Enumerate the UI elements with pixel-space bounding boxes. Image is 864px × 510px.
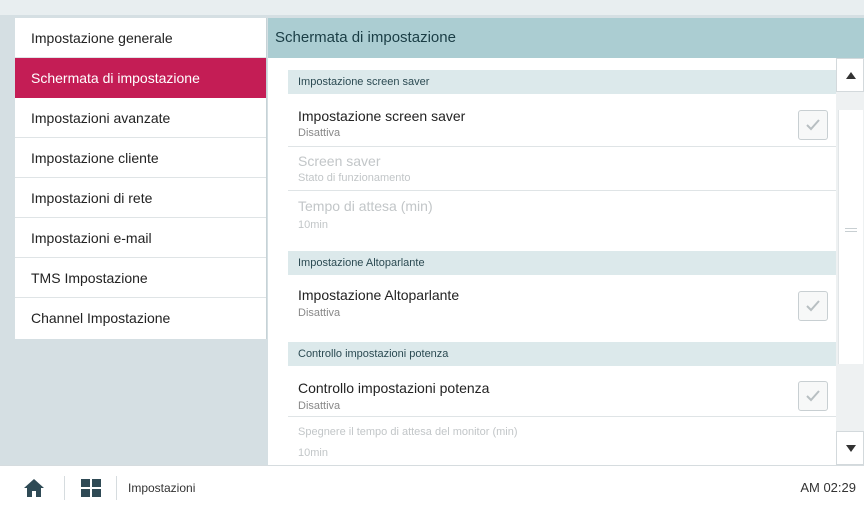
section-header-power: Controllo impostazioni potenza: [288, 342, 836, 366]
row-title: Spegnere il tempo di attesa del monitor …: [298, 426, 518, 438]
power-control-checkbox[interactable]: [798, 381, 828, 411]
top-strip: [0, 0, 864, 15]
row-subtitle: 10min: [298, 447, 328, 459]
row-screen-saver-setting[interactable]: Impostazione screen saver Disattiva: [288, 102, 836, 147]
sidebar-item-impostazione-cliente[interactable]: Impostazione cliente: [15, 138, 266, 178]
row-speaker-setting[interactable]: Impostazione Altoparlante Disattiva: [288, 275, 836, 331]
arrow-down-icon: [846, 445, 856, 452]
row-power-control[interactable]: Controllo impostazioni potenza Disattiva: [288, 366, 836, 417]
scroll-thumb[interactable]: [838, 110, 863, 364]
menu-button[interactable]: [76, 476, 106, 500]
section-header-screen-saver: Impostazione screen saver: [288, 70, 836, 94]
home-icon: [24, 479, 44, 497]
home-button[interactable]: [14, 476, 58, 500]
row-subtitle: Disattiva: [298, 307, 341, 319]
sidebar-item-tms-impostazione[interactable]: TMS Impostazione: [15, 258, 266, 298]
scroll-up-button[interactable]: [836, 58, 864, 92]
grid-menu-icon: [81, 479, 101, 497]
row-title: Impostazione Altoparlante: [298, 287, 460, 303]
panel-header: Schermata di impostazione: [268, 18, 864, 58]
bottom-bar: Impostazioni AM 02:29: [0, 465, 864, 510]
sidebar-item-channel-impostazione[interactable]: Channel Impostazione: [15, 298, 266, 338]
sidebar-item-impostazione-generale[interactable]: Impostazione generale: [15, 18, 266, 58]
sidebar-menu: Impostazione generale Schermata di impos…: [15, 18, 267, 339]
row-subtitle: Disattiva: [298, 400, 341, 412]
arrow-up-icon: [846, 72, 856, 79]
separator: [64, 476, 65, 500]
section-header-speaker: Impostazione Altoparlante: [288, 251, 836, 275]
clock: AM 02:29: [800, 480, 856, 495]
row-subtitle: 10min: [298, 219, 328, 231]
row-monitor-off-wait: Spegnere il tempo di attesa del monitor …: [288, 417, 836, 465]
sidebar-item-impostazioni-e-mail[interactable]: Impostazioni e-mail: [15, 218, 266, 258]
row-subtitle: Disattiva: [298, 127, 341, 139]
grip-icon: [845, 228, 857, 234]
row-screen-saver-status: Screen saver Stato di funzionamento: [288, 147, 836, 191]
breadcrumb: Impostazioni: [128, 481, 196, 495]
row-title: Impostazione screen saver: [298, 108, 466, 124]
speaker-checkbox[interactable]: [798, 291, 828, 321]
row-title: Controllo impostazioni potenza: [298, 380, 490, 396]
settings-content: Impostazione screen saver Impostazione s…: [268, 58, 836, 465]
check-icon: [806, 390, 820, 402]
screen-saver-checkbox[interactable]: [798, 110, 828, 140]
check-icon: [806, 300, 820, 312]
sidebar-item-schermata-di-impostazione[interactable]: Schermata di impostazione: [15, 58, 266, 98]
sidebar-item-impostazioni-avanzate[interactable]: Impostazioni avanzate: [15, 98, 266, 138]
check-icon: [806, 119, 820, 131]
row-title: Tempo di attesa (min): [298, 198, 433, 214]
separator: [116, 476, 117, 500]
row-title: Screen saver: [298, 153, 381, 169]
scrollbar[interactable]: [836, 58, 864, 465]
sidebar-item-impostazioni-di-rete[interactable]: Impostazioni di rete: [15, 178, 266, 218]
row-wait-time: Tempo di attesa (min) 10min: [288, 191, 836, 251]
scroll-down-button[interactable]: [836, 431, 864, 465]
row-subtitle: Stato di funzionamento: [298, 172, 411, 184]
page-title: Schermata di impostazione: [275, 29, 456, 46]
